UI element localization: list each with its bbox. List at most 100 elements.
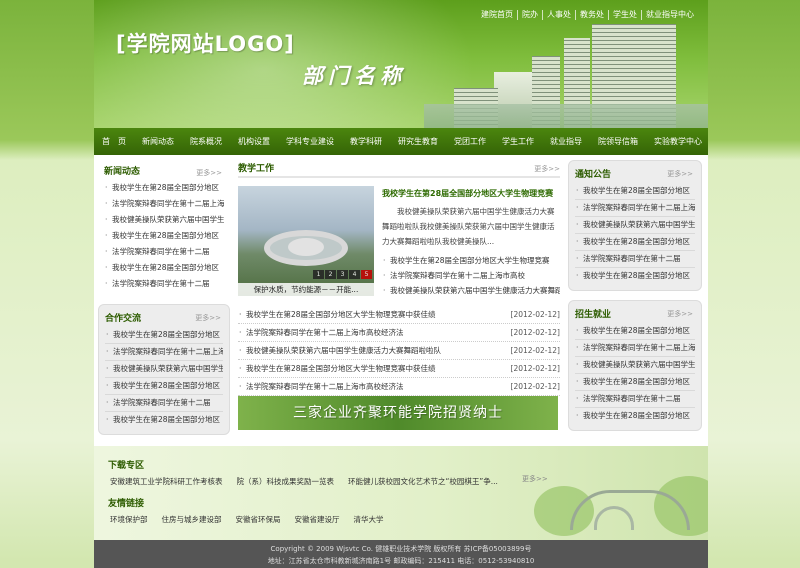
list-item[interactable]: 我校学生在第28届全国部分地区 <box>104 228 224 244</box>
list-item[interactable]: 法学院案辩春同学在第十二届上海 <box>105 344 223 361</box>
nav-item-mailbox[interactable]: 院领导信箱 <box>590 136 646 147</box>
list-item[interactable]: 我校学生在第28届全国部分地区 <box>575 408 695 424</box>
list-item[interactable]: 我校学生在第28届全国部分地区 <box>104 180 224 196</box>
list-item[interactable]: 法学院案辩春同学在第十二届 <box>575 251 695 268</box>
table-row[interactable]: 我校学生在第28届全国部分地区大学生物理竞赛中获佳绩 [2012-02-12] <box>238 360 560 378</box>
slideshow-photo[interactable]: 1 2 3 4 5 保护水质，节约能源－－开能... <box>238 186 374 296</box>
list-item[interactable]: 我校健美操队荣获第六届中国学生 <box>104 212 224 228</box>
download-link[interactable]: 院（系）科技成果奖励一览表 <box>237 476 335 487</box>
list-item[interactable]: 法学院案辩春同学在第十二届 <box>105 395 223 412</box>
department-name: 部门名称 <box>302 63 406 88</box>
friends-title: 友情链接 <box>108 499 145 509</box>
slide-page-1[interactable]: 1 <box>313 270 324 279</box>
slide-page-4[interactable]: 4 <box>349 270 360 279</box>
table-row[interactable]: 我校学生在第28届全国部分地区大学生物理竞赛中获佳绩 [2012-02-12] <box>238 306 560 324</box>
list-item[interactable]: 我校学生在第28届全国部分地区 <box>575 374 695 391</box>
download-link[interactable]: 安徽建筑工业学院科研工作考核表 <box>110 476 223 487</box>
notice-more-link[interactable]: 更多>> <box>667 169 693 179</box>
list-item[interactable]: 我校学生在第28届全国部分地区 <box>575 234 695 251</box>
list-item[interactable]: 我校学生在第28届全国部分地区 <box>575 323 695 340</box>
list-item[interactable]: 法学院案辩春同学在第十二届上海 <box>104 196 224 212</box>
slide-page-2[interactable]: 2 <box>325 270 336 279</box>
list-item[interactable]: 我校学生在第28届全国部分地区 <box>105 327 223 344</box>
list-item[interactable]: 我校健美操队荣获第六届中国学生 <box>575 217 695 234</box>
news-list: 我校学生在第28届全国部分地区 法学院案辩春同学在第十二届上海 我校健美操队荣获… <box>104 180 224 292</box>
friend-links: 环境保护部 住房与城乡建设部 安徽省环保局 安徽省建设厅 清华大学 <box>110 514 384 525</box>
friend-link[interactable]: 安徽省建设厅 <box>295 514 340 525</box>
notice-box: 通知公告 更多>> 我校学生在第28届全国部分地区 法学院案辩春同学在第十二届上… <box>568 160 702 291</box>
nav-item-home[interactable]: 首 页 <box>94 136 134 147</box>
jobs-box: 招生就业 更多>> 我校学生在第28届全国部分地区 法学院案辩春同学在第十二届上… <box>568 300 702 431</box>
top-link-career[interactable]: 就业指导中心 <box>641 10 698 20</box>
header-banner: [学院网站LOGO] 部门名称 建院首页 院办 人事处 教务处 学生处 就业指导… <box>94 0 708 128</box>
friend-link[interactable]: 清华大学 <box>354 514 384 525</box>
download-link[interactable]: 环能健儿获校园文化艺术节之“校园棋王”争... <box>348 476 498 487</box>
recruitment-banner[interactable]: 三家企业齐聚环能学院招贤纳士 <box>238 396 558 430</box>
table-row[interactable]: 我校健美操队荣获第六届中国学生健康活力大赛舞蹈啦啦队 [2012-02-12] <box>238 342 560 360</box>
nav-item-research[interactable]: 教学科研 <box>342 136 390 147</box>
table-row[interactable]: 法学院案辩春同学在第十二届上海市高校经济法 [2012-02-12] <box>238 378 560 396</box>
teaching-title: 教学工作 <box>238 164 275 174</box>
list-item[interactable]: 法学院案辩春同学在第十二届上海 <box>575 200 695 217</box>
list-item[interactable]: 法学院案辩春同学在第十二届上海 <box>575 340 695 357</box>
row-date: [2012-02-12] <box>510 328 560 337</box>
nav-item-lab-center[interactable]: 实验教学中心 <box>646 136 710 147</box>
site-logo[interactable]: [学院网站LOGO] <box>116 28 295 58</box>
header-glow <box>94 0 474 128</box>
list-item[interactable]: 我校学生在第28届全国部分地区大学生物理竞赛 <box>382 253 560 268</box>
teaching-more-link[interactable]: 更多>> <box>534 160 560 178</box>
row-title: 我校健美操队荣获第六届中国学生健康活力大赛舞蹈啦啦队 <box>246 346 441 355</box>
lake-image <box>424 104 708 128</box>
nav-item-overview[interactable]: 院系概况 <box>182 136 230 147</box>
friend-link[interactable]: 环境保护部 <box>110 514 148 525</box>
jobs-more-link[interactable]: 更多>> <box>667 309 693 319</box>
friend-link[interactable]: 住房与城乡建设部 <box>162 514 222 525</box>
left-column: 新闻动态 更多>> 我校学生在第28届全国部分地区 法学院案辩春同学在第十二届上… <box>98 160 230 435</box>
notice-list: 我校学生在第28届全国部分地区 法学院案辩春同学在第十二届上海 我校健美操队荣获… <box>575 183 695 284</box>
list-item[interactable]: 法学院案辩春同学在第十二届 <box>575 391 695 408</box>
list-item[interactable]: 我校健美操队荣获第六届中国学生健康活力大赛舞蹈 <box>382 283 560 298</box>
table-row[interactable]: 法学院案辩春同学在第十二届上海市高校经济法 [2012-02-12] <box>238 324 560 342</box>
nav-item-employment[interactable]: 就业指导 <box>542 136 590 147</box>
nav-item-organization[interactable]: 机构设置 <box>230 136 278 147</box>
list-item[interactable]: 我校学生在第28届全国部分地区 <box>575 268 695 284</box>
slide-page-3[interactable]: 3 <box>337 270 348 279</box>
news-more-link[interactable]: 更多>> <box>196 168 222 178</box>
friend-link[interactable]: 安徽省环保局 <box>236 514 281 525</box>
download-more-link[interactable]: 更多>> <box>522 474 548 484</box>
list-item[interactable]: 法学院案辩春同学在第十二届 <box>104 276 224 292</box>
row-title: 法学院案辩春同学在第十二届上海市高校经济法 <box>246 382 404 391</box>
download-title: 下载专区 <box>108 461 145 471</box>
list-item[interactable]: 法学院案辩春同学在第十二届 <box>104 244 224 260</box>
plaza-center-image <box>288 238 324 256</box>
list-item[interactable]: 我校学生在第28届全国部分地区 <box>575 183 695 200</box>
list-item[interactable]: 我校学生在第28届全国部分地区 <box>105 412 223 428</box>
top-link-students[interactable]: 学生处 <box>608 10 641 20</box>
featured-article: 我校学生在第28届全国部分地区大学生物理竞赛 我校健美操队荣获第六届中国学生健康… <box>382 188 560 298</box>
row-title: 我校学生在第28届全国部分地区大学生物理竞赛中获佳绩 <box>246 364 436 373</box>
top-link-hr[interactable]: 人事处 <box>542 10 575 20</box>
row-date: [2012-02-12] <box>510 364 560 373</box>
slide-page-5[interactable]: 5 <box>361 270 372 279</box>
list-item[interactable]: 我校学生在第28届全国部分地区 <box>104 260 224 276</box>
list-item[interactable]: 我校学生在第28届全国部分地区 <box>105 378 223 395</box>
nav-item-party[interactable]: 党团工作 <box>446 136 494 147</box>
top-link-academic[interactable]: 教务处 <box>575 10 608 20</box>
row-date: [2012-02-12] <box>510 346 560 355</box>
list-item[interactable]: 我校健美操队荣获第六届中国学生 <box>575 357 695 374</box>
featured-title[interactable]: 我校学生在第28届全国部分地区大学生物理竞赛 <box>382 188 560 200</box>
top-link-home[interactable]: 建院首页 <box>477 10 517 20</box>
news-box: 新闻动态 更多>> 我校学生在第28届全国部分地区 法学院案辩春同学在第十二届上… <box>98 160 230 298</box>
list-item[interactable]: 我校健美操队荣获第六届中国学生 <box>105 361 223 378</box>
nav-item-disciplines[interactable]: 学科专业建设 <box>278 136 342 147</box>
featured-summary: 我校健美操队荣获第六届中国学生健康活力大赛舞蹈啦啦队我校健美操队荣获第六届中国学… <box>382 207 555 246</box>
nav-item-student-work[interactable]: 学生工作 <box>494 136 542 147</box>
top-link-office[interactable]: 院办 <box>517 10 542 20</box>
list-item[interactable]: 法学院案辩春同学在第十二届上海市高校 <box>382 268 560 283</box>
nav-item-news[interactable]: 新闻动态 <box>134 136 182 147</box>
nav-item-graduate[interactable]: 研究生教育 <box>390 136 446 147</box>
teaching-header: 教学工作 更多>> <box>238 160 560 178</box>
slideshow-caption[interactable]: 保护水质，节约能源－－开能... <box>238 283 374 296</box>
coop-more-link[interactable]: 更多>> <box>195 313 221 323</box>
coop-list: 我校学生在第28届全国部分地区 法学院案辩春同学在第十二届上海 我校健美操队荣获… <box>105 327 223 428</box>
